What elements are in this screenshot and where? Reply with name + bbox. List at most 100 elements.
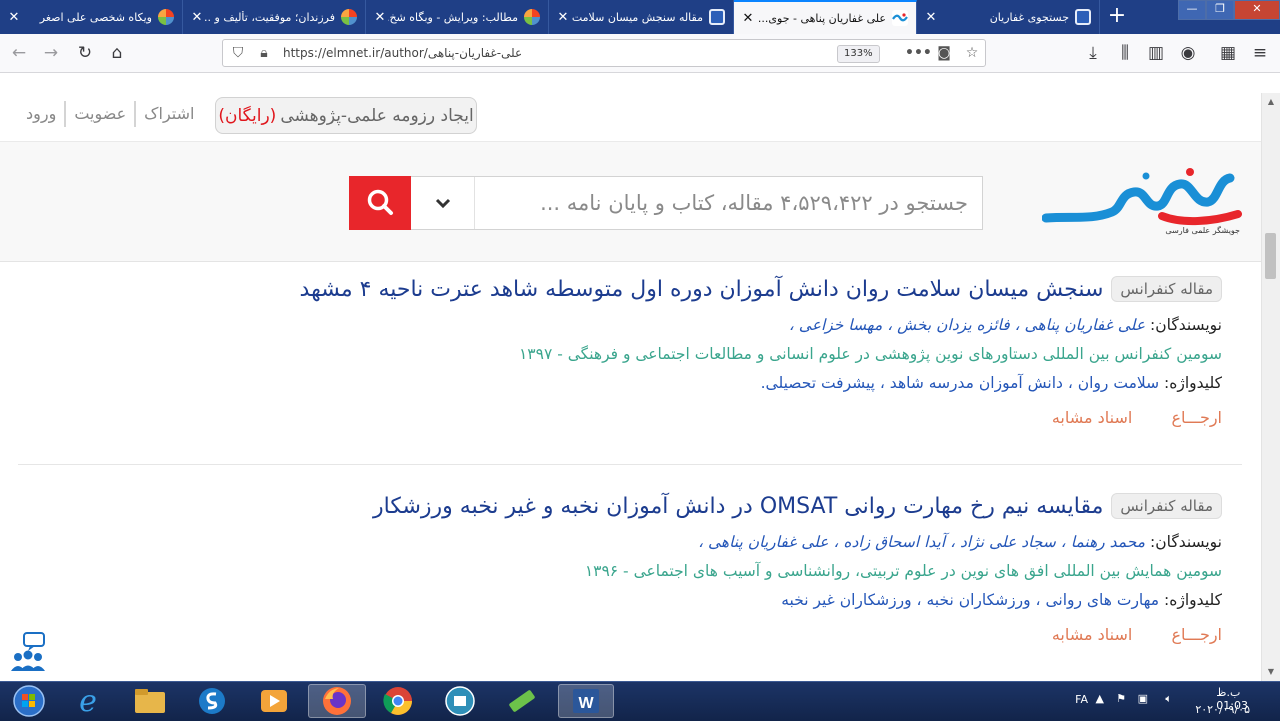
- tray-expand-icon[interactable]: ▲: [1096, 692, 1104, 705]
- close-tab-icon[interactable]: ✕: [189, 10, 205, 25]
- divider: [18, 464, 1242, 465]
- result-title-link[interactable]: مقایسه نیم رخ مهارت روانی OMSAT در دانش …: [373, 494, 1103, 519]
- close-tab-icon[interactable]: ✕: [740, 11, 756, 26]
- file-explorer-icon[interactable]: [124, 684, 176, 718]
- new-tab-icon[interactable]: +: [1104, 5, 1130, 29]
- url-text[interactable]: https://elmnet.ir/author/علی-غفاریان-پنا…: [283, 46, 522, 60]
- result-title-link[interactable]: سنجش میسان سلامت روان دانش آموزان دوره ا…: [300, 277, 1104, 302]
- close-tab-icon[interactable]: ✕: [372, 10, 388, 25]
- tab-title: مطالب: ویرایش - وبگاه شخ...: [388, 10, 518, 24]
- scrollbar-thumb[interactable]: [1265, 233, 1276, 279]
- maximize-icon[interactable]: ❐: [1206, 0, 1234, 20]
- close-tab-icon[interactable]: ✕: [923, 10, 939, 25]
- scroll-down-icon[interactable]: ▼: [1264, 665, 1278, 679]
- browser-tab[interactable]: ✕ فرزندان؛ موفقیت، تألیف و ...: [183, 0, 366, 34]
- type-badge: مقاله کنفرانس: [1111, 276, 1222, 302]
- keywords-label: کلیدواژه:: [1164, 374, 1222, 392]
- keywords-label: کلیدواژه:: [1164, 591, 1222, 609]
- university-app-icon[interactable]: [434, 684, 486, 718]
- search-icon: [349, 189, 411, 234]
- search-button[interactable]: [349, 176, 411, 230]
- similar-docs-button[interactable]: اسناد مشابه: [1052, 625, 1133, 644]
- web-page: ایجاد رزومه علمی-پژوهشی (رایگان) اشتراک …: [0, 73, 1262, 681]
- create-resume-button[interactable]: ایجاد رزومه علمی-پژوهشی (رایگان): [215, 97, 477, 134]
- network-icon[interactable]: ▣: [1138, 692, 1148, 705]
- back-icon[interactable]: ←: [8, 42, 30, 64]
- browser-tab[interactable]: ✕ مطالب: ویرایش - وبگاه شخ...: [366, 0, 549, 34]
- membership-link[interactable]: عضویت: [64, 101, 134, 127]
- app-s-icon[interactable]: [186, 684, 238, 718]
- word-icon[interactable]: W: [558, 684, 614, 718]
- ruler-tool-icon[interactable]: [496, 684, 548, 718]
- login-link[interactable]: ورود: [18, 101, 64, 127]
- tab-title: فرزندان؛ موفقیت، تألیف و ...: [205, 10, 335, 24]
- cite-button[interactable]: ارجـــاع: [1171, 625, 1222, 644]
- scroll-up-icon[interactable]: ▲: [1264, 95, 1278, 109]
- result-actions: ارجـــاع اسناد مشابه: [260, 408, 1222, 427]
- pocket-icon[interactable]: ◙: [935, 44, 953, 62]
- browser-tab-active[interactable]: ✕ علی غفاریان پناهی - جوی...: [734, 0, 917, 34]
- internet-explorer-icon[interactable]: e: [62, 684, 114, 719]
- zoom-level-badge[interactable]: 133%: [837, 45, 880, 63]
- list-item: مقاله کنفرانس مقایسه نیم رخ مهارت روانی …: [260, 488, 1222, 644]
- volume-icon[interactable]: 🔈︎: [1165, 692, 1172, 706]
- tab-title: مقاله سنجش میسان سلامت: [571, 10, 703, 24]
- search-input[interactable]: جستجو در ۴،۵۲۹،۴۲۲ مقاله، کتاب و پایان ن…: [488, 177, 968, 229]
- search-filter-dropdown[interactable]: [412, 177, 475, 229]
- url-bar[interactable]: ⛉ 🔒︎ https://elmnet.ir/author/علی-غفاریا…: [222, 39, 986, 67]
- bookmark-star-icon[interactable]: ☆: [963, 44, 981, 62]
- joomla-favicon-icon: [524, 9, 540, 25]
- browser-tab[interactable]: ✕ ویکاه شخصی علی اصغر: [0, 0, 183, 34]
- venue-link[interactable]: سومین همایش بین المللی افق های نوین در ع…: [260, 557, 1222, 586]
- civilica-favicon-icon: [709, 9, 725, 25]
- action-center-icon[interactable]: ⚑: [1116, 692, 1126, 705]
- joomla-favicon-icon: [341, 9, 357, 25]
- logo-tagline: جویشگر علمی فارسی: [1165, 226, 1240, 235]
- authors-links[interactable]: علی غفاریان پناهی ، فائزه یزدان بخش ، مه…: [789, 316, 1145, 334]
- subscription-link[interactable]: اشتراک: [134, 101, 202, 127]
- sidebar-icon[interactable]: ▥: [1145, 42, 1167, 64]
- keywords-links[interactable]: مهارت های روانی ، ورزشکاران نخبه ، ورزشک…: [781, 591, 1159, 609]
- result-title-row: مقاله کنفرانس سنجش میسان سلامت روان دانش…: [260, 271, 1222, 307]
- home-icon[interactable]: ⌂: [106, 42, 128, 64]
- joomla-favicon-icon: [158, 9, 174, 25]
- close-window-icon[interactable]: ✕: [1234, 0, 1280, 20]
- account-icon[interactable]: ◉: [1177, 42, 1199, 64]
- account-links: اشتراک عضویت ورود: [18, 101, 202, 127]
- search-box: جستجو در ۴،۵۲۹،۴۲۲ مقاله، کتاب و پایان ن…: [349, 176, 983, 230]
- forward-icon[interactable]: →: [40, 42, 62, 64]
- result-actions: ارجـــاع اسناد مشابه: [260, 625, 1222, 644]
- keywords-row: کلیدواژه: سلامت روان ، دانش آموزان مدرسه…: [260, 369, 1222, 398]
- close-tab-icon[interactable]: ✕: [6, 10, 22, 25]
- clock-date[interactable]: ۲۰۲۰/۰۹/۰۵: [1195, 703, 1250, 716]
- browser-tab[interactable]: ✕ مقاله سنجش میسان سلامت: [549, 0, 734, 34]
- start-button[interactable]: [4, 684, 54, 718]
- lock-icon[interactable]: 🔒︎: [255, 44, 273, 62]
- shield-icon[interactable]: ⛉: [229, 44, 247, 62]
- keywords-row: کلیدواژه: مهارت های روانی ، ورزشکاران نخ…: [260, 586, 1222, 615]
- extensions-icon[interactable]: ▦: [1217, 42, 1239, 64]
- similar-docs-button[interactable]: اسناد مشابه: [1052, 408, 1133, 427]
- cite-button[interactable]: ارجـــاع: [1171, 408, 1222, 427]
- svg-text:W: W: [578, 695, 594, 712]
- page-scrollbar[interactable]: ▲ ▼: [1261, 93, 1280, 681]
- library-icon[interactable]: ⫼: [1114, 42, 1136, 64]
- keywords-links[interactable]: سلامت روان ، دانش آموزان مدرسه شاهد ، پی…: [761, 374, 1160, 392]
- close-tab-icon[interactable]: ✕: [555, 10, 571, 25]
- media-player-icon[interactable]: [248, 684, 300, 718]
- authors-links[interactable]: محمد رهنما ، سجاد علی نژاد ، آیدا اسحاق …: [698, 533, 1145, 551]
- firefox-icon[interactable]: [308, 684, 366, 718]
- browser-tab-strip: ✕ ویکاه شخصی علی اصغر ✕ فرزندان؛ موفقیت،…: [0, 0, 1280, 34]
- page-actions-icon[interactable]: •••: [905, 44, 932, 62]
- menu-icon[interactable]: ≡: [1249, 42, 1271, 64]
- elmnet-logo[interactable]: جویشگر علمی فارسی: [1041, 164, 1242, 242]
- venue-link[interactable]: سومین کنفرانس بین المللی دستاورهای نوین …: [260, 340, 1222, 369]
- chrome-icon[interactable]: [372, 684, 424, 718]
- language-indicator[interactable]: FA: [1075, 693, 1088, 706]
- chat-support-icon[interactable]: [8, 631, 48, 675]
- downloads-icon[interactable]: ⤓: [1082, 42, 1104, 64]
- minimize-icon[interactable]: —: [1178, 0, 1206, 20]
- type-badge: مقاله کنفرانس: [1111, 493, 1222, 519]
- browser-tab[interactable]: ✕ جستجوی غفاریان: [917, 0, 1100, 34]
- reload-icon[interactable]: ↻: [74, 42, 96, 64]
